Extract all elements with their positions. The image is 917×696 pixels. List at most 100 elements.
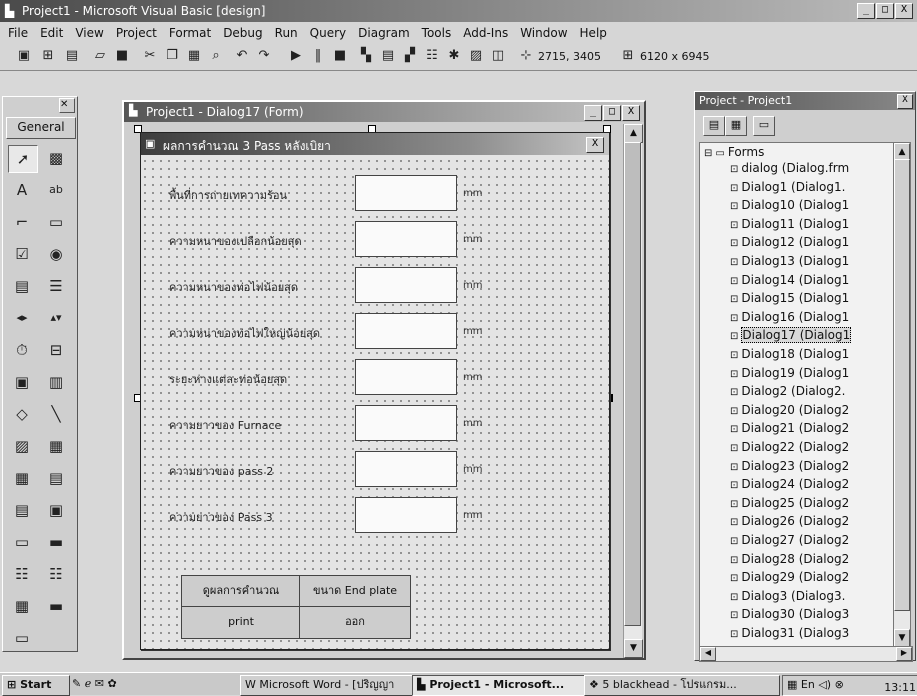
object-browser-icon[interactable]: ☷: [422, 47, 442, 65]
task-blackhead[interactable]: ❖ 5 blackhead - โปรแกรม...: [584, 675, 780, 696]
project-tree-hscrollbar[interactable]: ◀ ▶: [699, 646, 913, 662]
tree-item[interactable]: ⊡ Dialog13 (Dialog1: [730, 254, 849, 270]
tray-language-icon[interactable]: En: [801, 678, 815, 691]
tree-item[interactable]: ⊡ Dialog20 (Dialog2: [730, 403, 849, 419]
shape-icon[interactable]: ◇: [8, 401, 36, 427]
main-title-bar[interactable]: ▙ Project1 - Microsoft Visual Basic [des…: [0, 0, 917, 22]
menu-tools[interactable]: Tools: [422, 26, 452, 40]
scroll-left-icon[interactable]: ◀: [700, 647, 716, 661]
menu-diagram[interactable]: Diagram: [358, 26, 410, 40]
project-tree-scrollbar[interactable]: ▲ ▼: [893, 142, 911, 649]
copy-icon[interactable]: ❐: [162, 47, 182, 65]
timer-icon[interactable]: ⏱: [8, 337, 36, 363]
toolbox-close-button[interactable]: ✕: [59, 98, 75, 113]
tree-folder-forms[interactable]: ⊟ ▭ Forms: [704, 145, 764, 161]
menu-window[interactable]: Window: [520, 26, 567, 40]
value-field-8[interactable]: [355, 497, 457, 533]
tree-item[interactable]: ⊡ Dialog29 (Dialog2: [730, 570, 849, 586]
menu-view[interactable]: View: [75, 26, 103, 40]
project-explorer-title-bar[interactable]: Project - Project1 X: [695, 92, 915, 110]
label-icon[interactable]: A: [8, 177, 36, 203]
ole-icon[interactable]: ▤: [42, 465, 70, 491]
hscrollbar-icon[interactable]: ◂▸: [8, 305, 36, 331]
break-icon[interactable]: ‖: [308, 47, 328, 65]
internet-explorer-icon[interactable]: ℯ: [85, 677, 92, 690]
scroll-down-icon[interactable]: ▼: [624, 639, 643, 658]
menu-help[interactable]: Help: [580, 26, 607, 40]
line-icon[interactable]: ╲: [42, 401, 70, 427]
imagelist-icon[interactable]: ▦: [8, 593, 36, 619]
paste-icon[interactable]: ▦: [184, 47, 204, 65]
value-field-5[interactable]: [355, 359, 457, 395]
outlook-express-icon[interactable]: ✉: [95, 677, 104, 690]
cut-icon[interactable]: ✂: [140, 47, 160, 65]
designer-scroll-thumb[interactable]: [624, 142, 641, 626]
value-field-3[interactable]: [355, 267, 457, 303]
tree-item[interactable]: ⊡ Dialog25 (Dialog2: [730, 496, 849, 512]
value-field-7[interactable]: [355, 451, 457, 487]
result-button[interactable]: ดูผลการคำนวณ: [181, 575, 301, 608]
menu-edit[interactable]: Edit: [40, 26, 63, 40]
component-manager-icon[interactable]: ◫: [488, 47, 508, 65]
tree-item[interactable]: ⊡ dialog (Dialog.frm: [730, 161, 849, 177]
tree-item[interactable]: ⊡ Dialog19 (Dialog1: [730, 366, 849, 382]
filelistbox-icon[interactable]: ▥: [42, 369, 70, 395]
tree-item[interactable]: ⊡ Dialog24 (Dialog2: [730, 477, 849, 493]
optionbutton-icon[interactable]: ◉: [42, 241, 70, 267]
image-icon[interactable]: ▨: [8, 433, 36, 459]
form-close-button[interactable]: X: [586, 137, 604, 153]
frame-icon[interactable]: ⌐: [8, 209, 36, 235]
menu-add-ins[interactable]: Add-Ins: [463, 26, 508, 40]
undo-icon[interactable]: ↶: [232, 47, 252, 65]
toolbox-general-tab[interactable]: General: [6, 117, 76, 139]
slider-icon[interactable]: ▬: [42, 593, 70, 619]
tree-item[interactable]: ⊡ Dialog22 (Dialog2: [730, 440, 849, 456]
tree-scroll-thumb[interactable]: [894, 159, 910, 611]
value-field-1[interactable]: [355, 175, 457, 211]
tabstrip-icon[interactable]: ▭: [8, 529, 36, 555]
project-explorer-close-button[interactable]: X: [897, 94, 913, 109]
designer-minimize-button[interactable]: _: [584, 105, 602, 121]
drivelistbox-icon[interactable]: ⊟: [42, 337, 70, 363]
tree-item[interactable]: ⊡ Dialog10 (Dialog1: [730, 198, 849, 214]
menu-file[interactable]: File: [8, 26, 28, 40]
print-button[interactable]: print: [181, 606, 301, 639]
tree-item[interactable]: ⊡ Dialog17 (Dialog1: [730, 327, 852, 344]
commandbutton-icon[interactable]: ▭: [42, 209, 70, 235]
value-field-6[interactable]: [355, 405, 457, 441]
add-form-icon[interactable]: ⊞: [38, 47, 58, 65]
scroll-right-icon[interactable]: ▶: [896, 647, 912, 661]
combobox-icon[interactable]: ▤: [8, 273, 36, 299]
form-title-bar[interactable]: ▣ ผลการคำนวณ 3 Pass หลังเบิยา X: [141, 133, 609, 155]
scroll-up-icon[interactable]: ▲: [624, 124, 643, 143]
menu-run[interactable]: Run: [275, 26, 298, 40]
view-object-icon[interactable]: ▦: [725, 116, 747, 136]
tree-item[interactable]: ⊡ Dialog15 (Dialog1: [730, 291, 849, 307]
properties-icon[interactable]: ▤: [378, 47, 398, 65]
tree-item[interactable]: ⊡ Dialog31 (Dialog3: [730, 626, 849, 642]
designer-maximize-button[interactable]: □: [603, 105, 621, 121]
tray-network-icon[interactable]: ⊗: [835, 678, 844, 691]
open-icon[interactable]: ▱: [90, 47, 110, 65]
toggle-folders-icon[interactable]: ▭: [753, 116, 775, 136]
value-field-2[interactable]: [355, 221, 457, 257]
tree-item[interactable]: ⊡ Dialog1 (Dialog1.: [730, 180, 845, 196]
redo-icon[interactable]: ↷: [254, 47, 274, 65]
listbox-icon[interactable]: ☰: [42, 273, 70, 299]
menu-format[interactable]: Format: [169, 26, 211, 40]
find-icon[interactable]: ⌕: [206, 47, 226, 65]
picturebox-icon[interactable]: ▩: [42, 145, 70, 171]
view-code-icon[interactable]: ▤: [703, 116, 725, 136]
stop-icon[interactable]: ■: [330, 47, 350, 65]
vscrollbar-icon[interactable]: ▴▾: [42, 305, 70, 331]
task-microsoft-word[interactable]: W Microsoft Word - [ปริญญา: [240, 675, 414, 696]
pointer-icon[interactable]: ➚: [8, 145, 38, 173]
tree-item[interactable]: ⊡ Dialog2 (Dialog2.: [730, 384, 845, 400]
start-icon[interactable]: ▶: [286, 47, 306, 65]
value-field-4[interactable]: [355, 313, 457, 349]
tray-keyboard-icon[interactable]: ▦: [787, 678, 797, 691]
project-explorer-icon[interactable]: ▚: [356, 47, 376, 65]
tree-item[interactable]: ⊡ Dialog11 (Dialog1: [730, 217, 849, 233]
tree-item[interactable]: ⊡ Dialog16 (Dialog1: [730, 310, 849, 326]
grid-icon[interactable]: ▦: [8, 465, 36, 491]
